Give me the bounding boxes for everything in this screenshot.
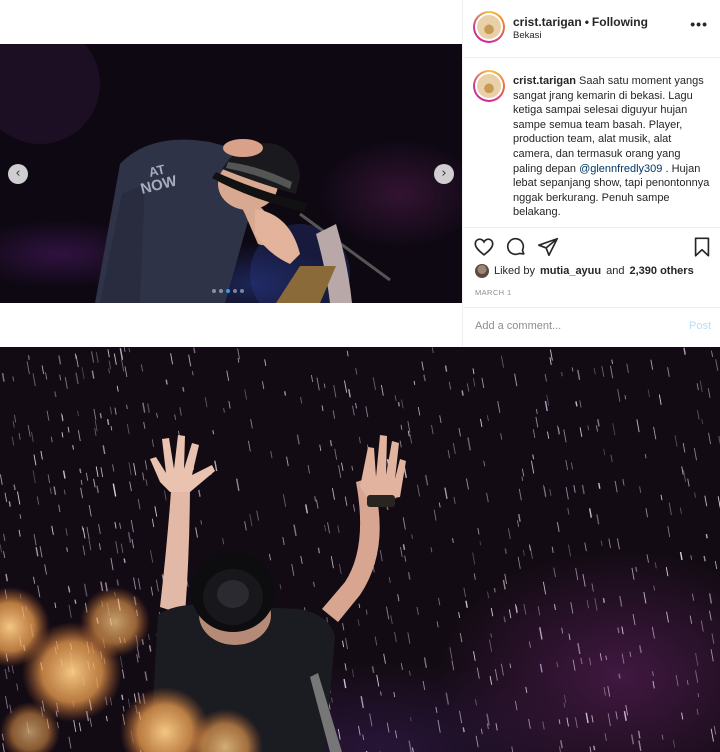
caption-body: Saah satu moment yangs sangat jrang kema… xyxy=(513,75,704,175)
carousel-next-button[interactable]: › xyxy=(434,164,454,184)
bookmark-icon[interactable] xyxy=(691,236,713,258)
liker-username-link[interactable]: mutia_ayuu xyxy=(540,265,601,277)
share-icon[interactable] xyxy=(537,236,559,258)
comment-input[interactable] xyxy=(475,320,665,332)
caption-mention-link[interactable]: @glennfredly309 xyxy=(579,163,662,175)
caption-username-link[interactable]: crist.tarigan xyxy=(513,75,576,87)
carousel-dot xyxy=(240,289,244,293)
comment-bar: Post xyxy=(463,307,720,347)
comment-icon[interactable] xyxy=(505,236,527,258)
likes-summary: Liked by mutia_ayuu and 2,390 others xyxy=(475,264,694,278)
carousel-dot xyxy=(219,289,223,293)
post-comment-button[interactable]: Post xyxy=(689,320,711,332)
more-options-icon[interactable]: ••• xyxy=(690,16,708,32)
carousel-dot xyxy=(233,289,237,293)
caption-area: crist.tarigan Saah satu moment yangs san… xyxy=(463,58,720,228)
post-header: crist.tarigan • Following Bekasi ••• xyxy=(463,0,720,58)
caption-text: crist.tarigan Saah satu moment yangs san… xyxy=(513,74,711,228)
header-user-line: crist.tarigan • Following xyxy=(513,15,648,29)
instagram-post: AT NOW ‹ › crist.tarigan • Following Bekas… xyxy=(0,0,720,347)
caption-trailing: . xyxy=(513,220,517,228)
carousel-indicator xyxy=(212,289,244,293)
carousel-prev-button[interactable]: ‹ xyxy=(8,164,28,184)
action-bar xyxy=(463,228,720,264)
avatar[interactable] xyxy=(473,11,505,43)
performer-photo: AT NOW xyxy=(0,44,391,303)
liker-avatar[interactable] xyxy=(475,264,489,278)
likes-prefix: Liked by xyxy=(494,265,535,277)
post-sidebar: crist.tarigan • Following Bekasi ••• crist… xyxy=(462,0,720,347)
carousel-dot xyxy=(226,289,230,293)
likes-others-link[interactable]: 2,390 others xyxy=(629,265,693,277)
header-separator: • xyxy=(584,15,589,29)
likes-middle: and xyxy=(606,265,625,277)
heart-icon[interactable] xyxy=(473,236,495,258)
header-username-link[interactable]: crist.tarigan xyxy=(513,15,582,29)
rain-concert-photo xyxy=(0,347,720,752)
rain-scene xyxy=(0,347,720,752)
location-link[interactable]: Bekasi xyxy=(513,30,542,41)
carousel-dot xyxy=(212,289,216,293)
post-media[interactable]: AT NOW ‹ › xyxy=(0,44,462,303)
caption-avatar[interactable] xyxy=(473,70,505,102)
post-date[interactable]: MARCH 1 xyxy=(475,288,512,297)
following-button[interactable]: Following xyxy=(592,15,648,29)
